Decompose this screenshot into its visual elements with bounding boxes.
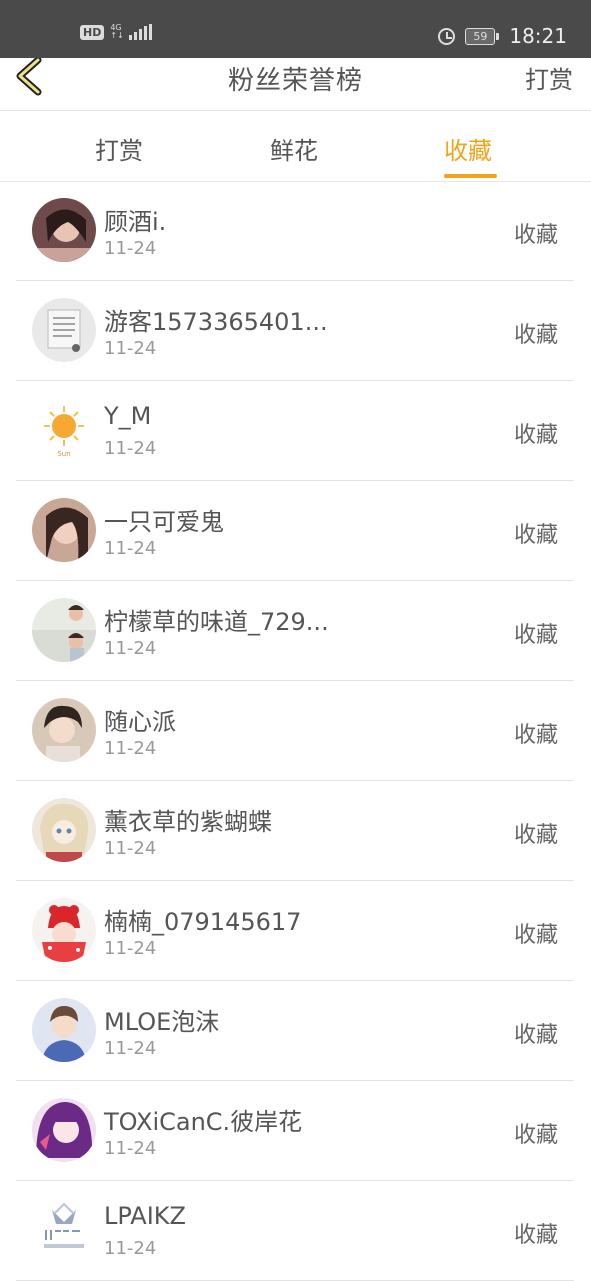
battery-icon: 59 bbox=[465, 27, 500, 45]
action-tag: 收藏 bbox=[513, 323, 558, 348]
date: 11-24 bbox=[104, 838, 157, 859]
date: 11-24 bbox=[104, 738, 157, 759]
date: 11-24 bbox=[104, 1238, 157, 1259]
action-tag: 收藏 bbox=[513, 1023, 558, 1048]
user-name: 薰衣草的紫蝴蝶 bbox=[104, 808, 272, 836]
user-name: 随心派 bbox=[104, 708, 176, 736]
avatar bbox=[32, 598, 96, 662]
action-tag: 收藏 bbox=[513, 623, 558, 648]
list-item[interactable]: TOXiCanC.彼岸花 11-24 收藏 bbox=[16, 1081, 574, 1181]
avatar bbox=[32, 1198, 96, 1262]
app-header: 粉丝荣誉榜 打赏 bbox=[0, 58, 591, 111]
tab-bar: 打赏 鲜花 收藏 bbox=[0, 111, 591, 182]
tab-flowers[interactable]: 鲜花 bbox=[270, 131, 318, 166]
list-item[interactable]: MLOE泡沫 11-24 收藏 bbox=[16, 981, 574, 1081]
list-item[interactable]: Sun Y_M 11-24 收藏 bbox=[16, 381, 574, 481]
list-item[interactable]: 薰衣草的紫蝴蝶 11-24 收藏 bbox=[16, 781, 574, 881]
date: 11-24 bbox=[104, 638, 157, 659]
avatar bbox=[32, 1098, 96, 1162]
hd-icon: HD bbox=[80, 24, 105, 40]
reward-button[interactable]: 打赏 bbox=[525, 60, 573, 95]
page-title: 粉丝荣誉榜 bbox=[227, 66, 363, 96]
user-name: 一只可爱鬼 bbox=[104, 508, 224, 536]
action-tag: 收藏 bbox=[513, 723, 558, 748]
list-item[interactable]: 楠楠_079145617 11-24 收藏 bbox=[16, 881, 574, 981]
svg-text:Sun: Sun bbox=[57, 450, 70, 458]
signal-icon bbox=[128, 24, 152, 40]
date: 11-24 bbox=[104, 1138, 157, 1159]
network-type: 4G ↑↓ bbox=[110, 24, 123, 40]
action-tag: 收藏 bbox=[513, 1123, 558, 1148]
action-tag: 收藏 bbox=[513, 823, 558, 848]
date: 11-24 bbox=[104, 338, 157, 359]
user-name: LPAIKZ bbox=[104, 1202, 186, 1230]
battery-level: 59 bbox=[465, 27, 496, 45]
list-item[interactable]: 柠檬草的味道_729... 11-24 收藏 bbox=[16, 581, 574, 681]
avatar bbox=[32, 498, 96, 562]
action-tag: 收藏 bbox=[513, 1223, 558, 1248]
user-name: 顾酒i. bbox=[104, 208, 167, 236]
list-item[interactable]: 一只可爱鬼 11-24 收藏 bbox=[16, 481, 574, 581]
avatar bbox=[32, 298, 96, 362]
date: 11-24 bbox=[104, 438, 157, 459]
list-item[interactable]: 顾酒i. 11-24 收藏 bbox=[16, 181, 574, 281]
avatar bbox=[32, 998, 96, 1062]
date: 11-24 bbox=[104, 238, 157, 259]
user-name: Y_M bbox=[104, 402, 152, 430]
avatar bbox=[32, 898, 96, 962]
date: 11-24 bbox=[104, 938, 157, 959]
avatar bbox=[32, 698, 96, 762]
action-tag: 收藏 bbox=[513, 923, 558, 948]
avatar bbox=[32, 798, 96, 862]
tab-favorites[interactable]: 收藏 bbox=[444, 131, 492, 166]
tab-reward[interactable]: 打赏 bbox=[95, 131, 143, 166]
date: 11-24 bbox=[104, 538, 157, 559]
user-name: 柠檬草的味道_729... bbox=[104, 608, 329, 636]
action-tag: 收藏 bbox=[513, 223, 558, 248]
user-name: MLOE泡沫 bbox=[104, 1008, 220, 1036]
alarm-icon bbox=[438, 27, 456, 45]
status-left: HD 4G ↑↓ bbox=[80, 24, 152, 40]
date: 11-24 bbox=[104, 1038, 157, 1059]
fan-list: 顾酒i. 11-24 收藏 游客1573365401... 11-24 收藏 S… bbox=[0, 181, 591, 1281]
avatar bbox=[32, 198, 96, 262]
clock: 18:21 bbox=[509, 24, 567, 48]
user-name: 游客1573365401... bbox=[104, 308, 328, 336]
network-arrows-icon: ↑↓ bbox=[110, 31, 124, 40]
user-name: TOXiCanC.彼岸花 bbox=[104, 1108, 303, 1136]
user-name: 楠楠_079145617 bbox=[104, 908, 302, 936]
action-tag: 收藏 bbox=[513, 523, 558, 548]
list-item[interactable]: 随心派 11-24 收藏 bbox=[16, 681, 574, 781]
avatar: Sun bbox=[32, 398, 96, 462]
list-item[interactable]: 游客1573365401... 11-24 收藏 bbox=[16, 281, 574, 381]
list-item[interactable]: LPAIKZ 11-24 收藏 bbox=[16, 1181, 574, 1281]
status-right: 59 18:21 bbox=[438, 24, 567, 48]
action-tag: 收藏 bbox=[513, 423, 558, 448]
active-tab-indicator bbox=[444, 174, 497, 178]
status-bar: HD 4G ↑↓ 59 18:21 bbox=[0, 0, 591, 58]
